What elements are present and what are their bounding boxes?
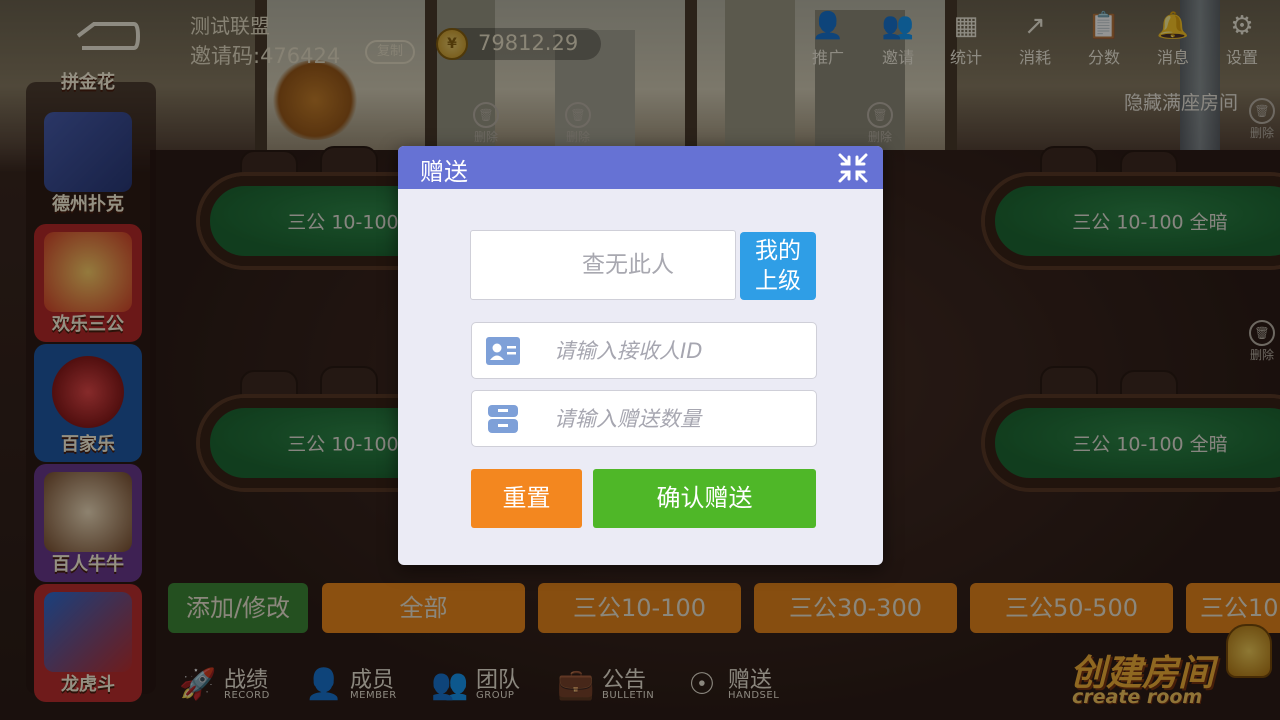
collapse-icon[interactable]	[836, 151, 870, 185]
box-icon	[488, 405, 518, 433]
handsel-dialog: 赠送 查无此人 我的 上级 请输入接收人ID 请输入赠送数量 重置 确认赠送	[398, 146, 883, 565]
confirm-handsel-button[interactable]: 确认赠送	[593, 469, 816, 528]
superior-label-line1: 我的	[755, 238, 801, 264]
id-card-icon	[486, 337, 520, 365]
my-superior-button[interactable]: 我的 上级	[740, 232, 816, 300]
amount-field[interactable]	[471, 390, 817, 447]
superior-label-line2: 上级	[755, 268, 801, 294]
amount-input[interactable]	[552, 401, 802, 437]
dialog-header: 赠送	[398, 146, 883, 189]
receiver-id-input[interactable]	[552, 333, 802, 369]
reset-button[interactable]: 重置	[471, 469, 582, 528]
recipient-lookup-result: 查无此人	[470, 230, 736, 300]
receiver-id-field[interactable]	[471, 322, 817, 379]
dialog-title: 赠送	[420, 158, 468, 186]
